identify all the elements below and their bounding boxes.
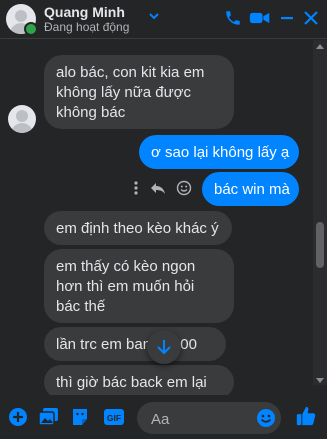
message-input-box[interactable] bbox=[137, 402, 281, 434]
scroll-to-bottom-button[interactable] bbox=[147, 330, 181, 364]
video-call-icon[interactable] bbox=[249, 9, 271, 27]
arrow-down-icon bbox=[157, 340, 171, 355]
sticker-icon[interactable] bbox=[70, 407, 90, 427]
message-bubble-received[interactable]: thì giờ bác back em lại bbox=[44, 365, 234, 399]
message-bubble-sent[interactable]: ơ sao lại không lấy ạ bbox=[139, 135, 299, 169]
emoji-icon[interactable] bbox=[256, 408, 276, 428]
react-emoji-icon[interactable] bbox=[176, 180, 192, 196]
message-bubble-received[interactable]: em định theo kèo khác ý bbox=[44, 211, 232, 245]
sender-avatar[interactable] bbox=[8, 105, 36, 133]
reply-icon[interactable] bbox=[150, 180, 166, 196]
contact-name[interactable]: Quang Minh bbox=[44, 4, 125, 20]
scroll-up-arrow[interactable] bbox=[316, 44, 324, 49]
thumbs-up-icon[interactable] bbox=[295, 405, 317, 427]
add-more-icon[interactable] bbox=[8, 407, 28, 427]
scrollbar-track[interactable] bbox=[313, 40, 327, 385]
svg-text:GIF: GIF bbox=[107, 413, 121, 423]
online-status-dot bbox=[24, 22, 38, 36]
message-input[interactable] bbox=[149, 408, 253, 430]
photo-icon[interactable] bbox=[38, 407, 60, 427]
chevron-down-icon[interactable] bbox=[148, 10, 160, 22]
message-bubble-received[interactable]: alo bác, con kit kia em không lấy nữa đư… bbox=[44, 55, 234, 129]
phone-icon[interactable] bbox=[224, 9, 242, 27]
contact-status: Đang hoạt động bbox=[44, 20, 130, 34]
minimize-icon[interactable] bbox=[279, 9, 295, 27]
more-options-icon[interactable] bbox=[133, 181, 139, 195]
scrollbar-thumb[interactable] bbox=[316, 222, 324, 268]
scroll-down-arrow[interactable] bbox=[316, 378, 324, 383]
message-bubble-sent[interactable]: bác win mà bbox=[202, 172, 299, 206]
message-bubble-received[interactable]: em thấy có kèo ngon hơn thì em muốn hỏi … bbox=[44, 249, 234, 323]
message-bubble-received[interactable]: lần trc em ban ... 900 bbox=[44, 327, 226, 361]
close-icon[interactable] bbox=[303, 9, 319, 27]
gif-icon[interactable]: GIF bbox=[103, 407, 125, 427]
